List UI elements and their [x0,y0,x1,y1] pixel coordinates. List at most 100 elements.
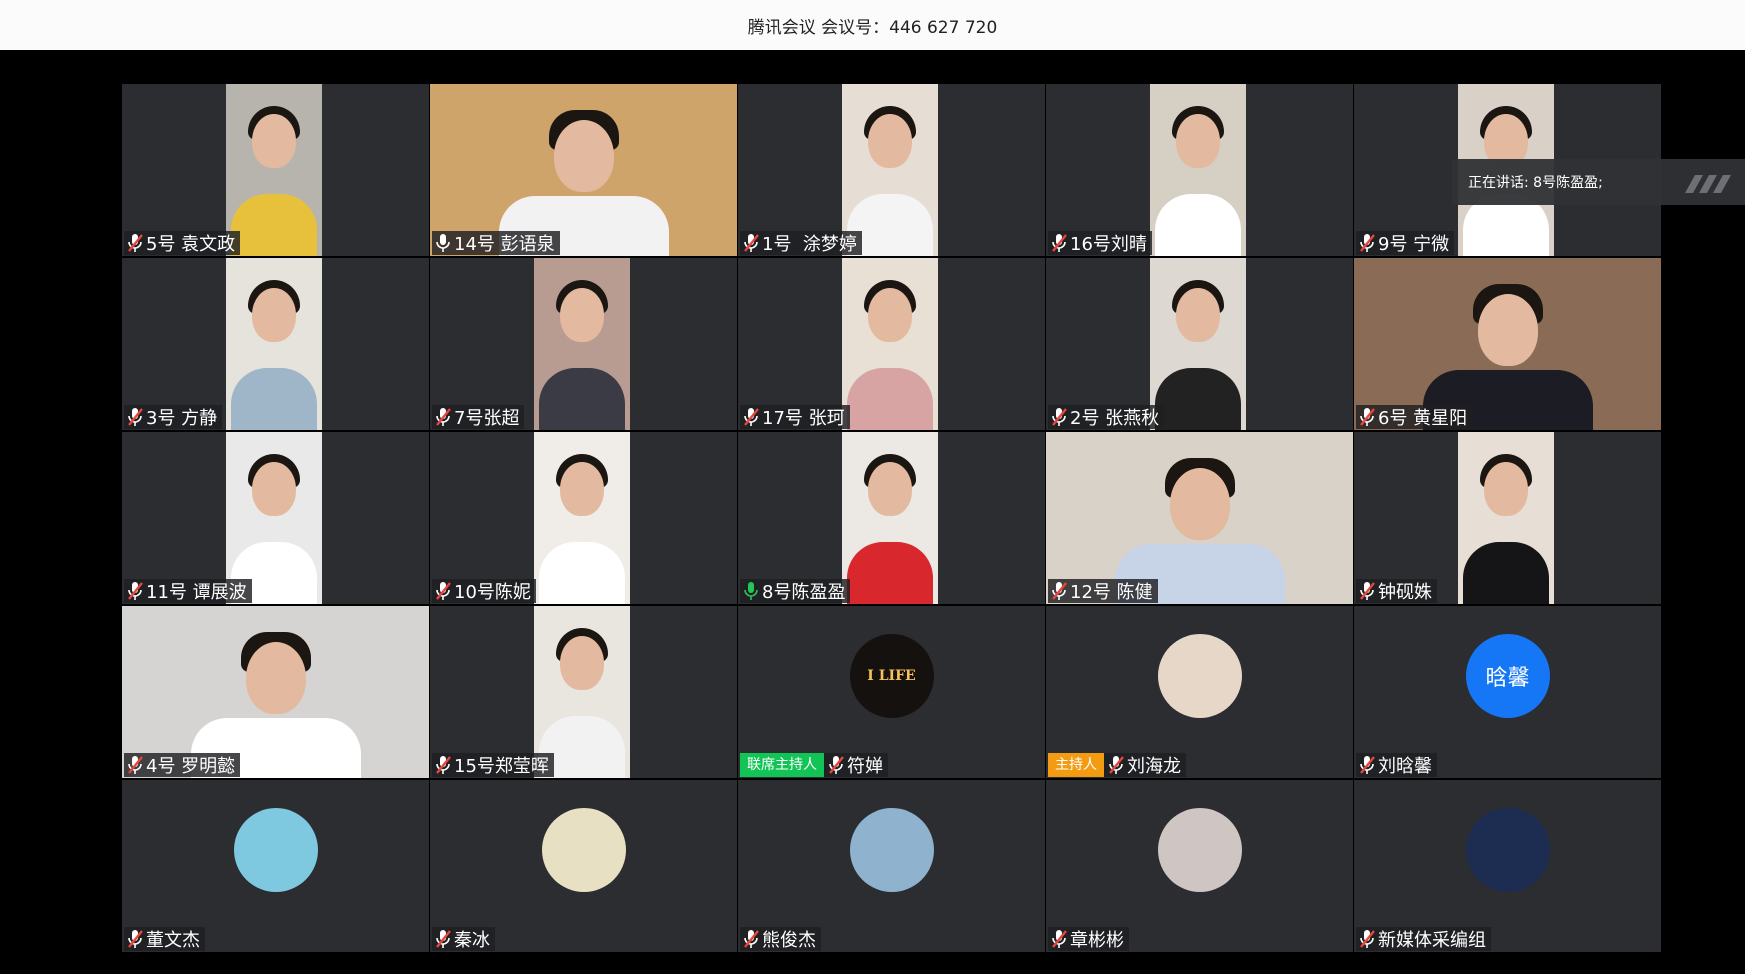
mic-muted-icon [126,233,146,253]
participant-label: 11号 谭展波 [124,579,252,603]
person-head [245,642,306,714]
person-head [560,462,604,516]
mic-muted-icon [742,233,762,253]
participant-avatar: 晗馨 [1465,634,1550,718]
participant-tile[interactable]: 17号 张珂 [738,258,1045,430]
participant-name: 4号 罗明懿 [146,756,236,777]
participant-avatar [1157,634,1242,718]
participant-name: 熊俊杰 [762,930,816,951]
participant-tile[interactable]: 秦冰 [430,780,737,952]
participant-avatar [1157,808,1242,892]
avatar-text: 晗馨 [1485,666,1530,691]
mic-muted-icon [126,929,146,949]
participant-tile[interactable]: 钟砚姝 [1354,432,1661,604]
mic-muted-icon [1050,233,1070,253]
participant-name: 刘晗馨 [1378,756,1432,777]
participant-tile[interactable]: 熊俊杰 [738,780,1045,952]
video-feed [1150,84,1246,256]
person-body [231,368,317,430]
person-body [539,368,625,430]
participant-tile[interactable]: 董文杰 [122,780,429,952]
participant-name: 7号张超 [454,408,520,429]
participant-name: 新媒体采编组 [1378,930,1486,951]
person-head [1176,114,1220,168]
participant-tile[interactable]: 章彬彬 [1046,780,1353,952]
participant-tile[interactable]: 新媒体采编组 [1354,780,1661,952]
participant-name: 10号陈妮 [454,582,531,603]
participant-tile[interactable]: 3号 方静 [122,258,429,430]
participant-label: 章彬彬 [1048,927,1129,951]
person-body [1155,194,1241,256]
participant-label: 刘晗馨 [1356,753,1437,777]
mic-muted-icon [1107,755,1127,775]
mic-icon [434,233,454,253]
participant-tile[interactable]: 12号 陈健 [1046,432,1353,604]
participant-label: 钟砚姝 [1356,579,1437,603]
speaking-text: 正在讲话: 8号陈盈盈; [1468,175,1603,191]
mic-muted-icon [434,581,454,601]
participant-tile[interactable]: 16号刘晴 [1046,84,1353,256]
person-head [252,462,296,516]
participant-tile[interactable]: 8号陈盈盈 [738,432,1045,604]
participant-grid: 5号 袁文政 14号 彭语泉 1号 涂梦婷 16号刘晴 9号 宁微 3号 方静 7号张超 17… [122,84,1664,952]
video-feed [1150,258,1246,430]
cohost-badge: 联席主持人 [740,753,824,777]
participant-tile[interactable]: 1号 涂梦婷 [738,84,1045,256]
person-head [252,114,296,168]
participant-avatar [233,808,318,892]
participant-avatar [1465,808,1550,892]
participant-tile[interactable]: 主持人 刘海龙 [1046,606,1353,778]
mic-muted-icon [1358,407,1378,427]
participant-label: 4号 罗明懿 [124,753,241,777]
person-body [539,542,625,604]
participant-avatar [541,808,626,892]
person-body [1463,542,1549,604]
participant-name: 5号 袁文政 [146,234,236,255]
person-head [868,114,912,168]
video-feed [1458,432,1554,604]
host-badge: 主持人 [1048,753,1104,777]
mic-muted-icon [126,407,146,427]
mic-muted-icon [434,929,454,949]
mic-muted-icon [1050,929,1070,949]
participant-label: 联席主持人 符婵 [740,753,888,777]
participant-tile[interactable]: 晗馨刘晗馨 [1354,606,1661,778]
participant-name: 9号 宁微 [1378,234,1450,255]
video-feed [226,84,322,256]
participant-tile[interactable]: 7号张超 [430,258,737,430]
participant-label: 3号 方静 [124,405,223,429]
participant-tile[interactable]: 15号郑莹晖 [430,606,737,778]
participant-avatar [849,808,934,892]
mic-muted-icon [434,755,454,775]
participant-name: 15号郑莹晖 [454,756,549,777]
video-feed [842,258,938,430]
participant-tile[interactable]: 4号 罗明懿 [122,606,429,778]
participant-tile[interactable]: I LIFE 联席主持人 符婵 [738,606,1045,778]
person-head [1477,294,1538,366]
participant-name: 2号 张燕秋 [1070,408,1160,429]
participant-label: 1号 涂梦婷 [740,231,862,255]
participant-name: 符婵 [847,756,883,777]
mic-muted-icon [1358,233,1378,253]
participant-tile[interactable]: 10号陈妮 [430,432,737,604]
mic-muted-icon [1050,407,1070,427]
participant-label: 秦冰 [432,927,495,951]
speaking-indicator: 正在讲话: 8号陈盈盈; [1452,159,1745,205]
person-head [560,288,604,342]
person-head [1169,468,1230,540]
person-body [847,368,933,430]
participant-tile[interactable]: 14号 彭语泉 [430,84,737,256]
person-body [231,194,317,256]
participant-tile[interactable]: 5号 袁文政 [122,84,429,256]
participant-tile[interactable]: 2号 张燕秋 [1046,258,1353,430]
participant-label: 15号郑莹晖 [432,753,554,777]
person-body [1155,368,1241,430]
video-feed [842,432,938,604]
participant-label: 新媒体采编组 [1356,927,1491,951]
participant-name: 8号陈盈盈 [762,582,846,603]
participant-avatar: I LIFE [849,634,934,718]
participant-tile[interactable]: 11号 谭展波 [122,432,429,604]
mic-muted-icon [1358,929,1378,949]
participant-tile[interactable]: 6号 黄星阳 [1354,258,1661,430]
person-head [868,288,912,342]
